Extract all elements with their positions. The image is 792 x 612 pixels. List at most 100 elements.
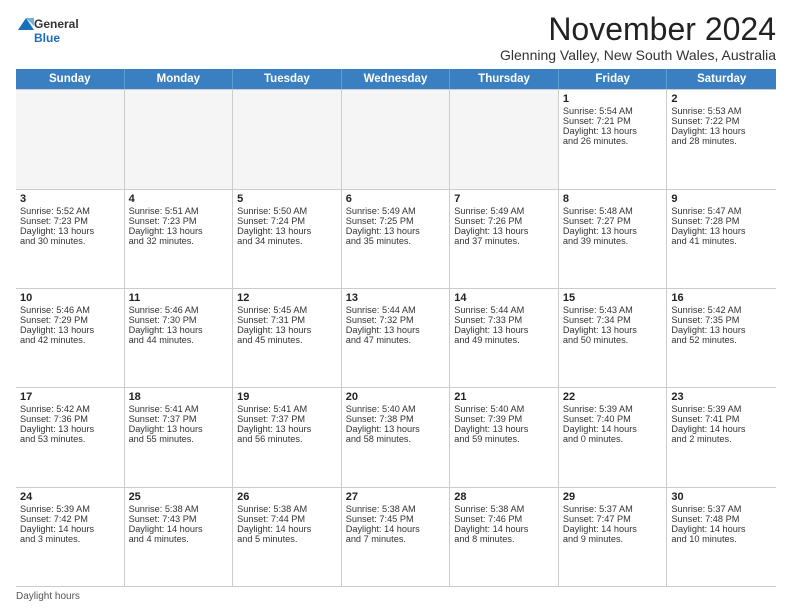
day-info: and 53 minutes. (20, 434, 120, 444)
day-info: Sunrise: 5:53 AM (671, 106, 772, 116)
title-block: November 2024 Glenning Valley, New South… (500, 12, 776, 63)
day-info: Daylight: 14 hours (454, 524, 554, 534)
day-info: Daylight: 13 hours (20, 325, 120, 335)
calendar-cell: 23Sunrise: 5:39 AMSunset: 7:41 PMDayligh… (667, 388, 776, 486)
calendar-cell: 12Sunrise: 5:45 AMSunset: 7:31 PMDayligh… (233, 289, 342, 387)
day-info: Sunset: 7:39 PM (454, 414, 554, 424)
day-info: and 56 minutes. (237, 434, 337, 444)
day-info: Sunset: 7:47 PM (563, 514, 663, 524)
day-number: 18 (129, 391, 229, 403)
day-number: 7 (454, 193, 554, 205)
calendar-body: 1Sunrise: 5:54 AMSunset: 7:21 PMDaylight… (16, 89, 776, 587)
day-info: Sunset: 7:27 PM (563, 216, 663, 226)
calendar-header-cell: Saturday (667, 69, 776, 89)
calendar-row: 3Sunrise: 5:52 AMSunset: 7:23 PMDaylight… (16, 190, 776, 289)
day-number: 20 (346, 391, 446, 403)
day-info: Daylight: 14 hours (20, 524, 120, 534)
day-info: and 47 minutes. (346, 335, 446, 345)
day-info: Sunset: 7:42 PM (20, 514, 120, 524)
day-info: Sunset: 7:46 PM (454, 514, 554, 524)
day-info: Sunset: 7:33 PM (454, 315, 554, 325)
day-info: Sunset: 7:25 PM (346, 216, 446, 226)
day-info: Sunrise: 5:54 AM (563, 106, 663, 116)
calendar-cell: 20Sunrise: 5:40 AMSunset: 7:38 PMDayligh… (342, 388, 451, 486)
day-info: Daylight: 14 hours (563, 424, 663, 434)
day-number: 4 (129, 193, 229, 205)
calendar-cell (125, 90, 234, 188)
day-number: 16 (671, 292, 772, 304)
day-info: Daylight: 14 hours (237, 524, 337, 534)
day-info: Sunrise: 5:41 AM (129, 404, 229, 414)
day-info: Daylight: 13 hours (237, 424, 337, 434)
day-info: and 7 minutes. (346, 534, 446, 544)
day-number: 6 (346, 193, 446, 205)
day-info: Daylight: 13 hours (563, 226, 663, 236)
day-info: and 55 minutes. (129, 434, 229, 444)
day-info: Daylight: 13 hours (671, 226, 772, 236)
day-info: Sunrise: 5:45 AM (237, 305, 337, 315)
day-number: 21 (454, 391, 554, 403)
day-info: and 42 minutes. (20, 335, 120, 345)
calendar-header-cell: Sunday (16, 69, 125, 89)
day-info: Daylight: 13 hours (671, 325, 772, 335)
calendar-cell: 15Sunrise: 5:43 AMSunset: 7:34 PMDayligh… (559, 289, 668, 387)
day-info: and 44 minutes. (129, 335, 229, 345)
calendar-row: 1Sunrise: 5:54 AMSunset: 7:21 PMDaylight… (16, 89, 776, 189)
day-info: Sunset: 7:37 PM (129, 414, 229, 424)
calendar-cell: 10Sunrise: 5:46 AMSunset: 7:29 PMDayligh… (16, 289, 125, 387)
calendar-row: 10Sunrise: 5:46 AMSunset: 7:29 PMDayligh… (16, 289, 776, 388)
day-info: Daylight: 13 hours (454, 325, 554, 335)
day-info: Daylight: 14 hours (563, 524, 663, 534)
day-info: and 41 minutes. (671, 236, 772, 246)
calendar-header-cell: Thursday (450, 69, 559, 89)
day-info: Daylight: 13 hours (563, 126, 663, 136)
day-info: Daylight: 13 hours (346, 424, 446, 434)
day-info: Daylight: 14 hours (671, 524, 772, 534)
page: General Blue November 2024 Glenning Vall… (0, 0, 792, 612)
day-number: 10 (20, 292, 120, 304)
day-info: and 0 minutes. (563, 434, 663, 444)
day-info: and 5 minutes. (237, 534, 337, 544)
day-info: Daylight: 13 hours (129, 226, 229, 236)
day-info: Daylight: 14 hours (346, 524, 446, 534)
day-info: and 49 minutes. (454, 335, 554, 345)
day-info: Daylight: 14 hours (671, 424, 772, 434)
day-info: Sunset: 7:28 PM (671, 216, 772, 226)
calendar-header-cell: Tuesday (233, 69, 342, 89)
day-info: Daylight: 13 hours (454, 424, 554, 434)
day-info: and 45 minutes. (237, 335, 337, 345)
calendar-row: 24Sunrise: 5:39 AMSunset: 7:42 PMDayligh… (16, 488, 776, 587)
calendar-cell: 28Sunrise: 5:38 AMSunset: 7:46 PMDayligh… (450, 488, 559, 586)
calendar-cell: 7Sunrise: 5:49 AMSunset: 7:26 PMDaylight… (450, 190, 559, 288)
day-info: Sunrise: 5:42 AM (20, 404, 120, 414)
day-info: Sunrise: 5:37 AM (671, 504, 772, 514)
day-info: Daylight: 13 hours (346, 226, 446, 236)
calendar-cell: 1Sunrise: 5:54 AMSunset: 7:21 PMDaylight… (559, 90, 668, 188)
calendar-cell: 13Sunrise: 5:44 AMSunset: 7:32 PMDayligh… (342, 289, 451, 387)
calendar-cell (16, 90, 125, 188)
day-info: Daylight: 13 hours (20, 424, 120, 434)
day-info: Sunset: 7:24 PM (237, 216, 337, 226)
day-info: Daylight: 13 hours (563, 325, 663, 335)
day-info: and 52 minutes. (671, 335, 772, 345)
day-number: 17 (20, 391, 120, 403)
day-info: Sunrise: 5:49 AM (454, 206, 554, 216)
day-info: Daylight: 13 hours (20, 226, 120, 236)
calendar-cell: 21Sunrise: 5:40 AMSunset: 7:39 PMDayligh… (450, 388, 559, 486)
day-info: Daylight: 13 hours (671, 126, 772, 136)
day-info: Sunset: 7:48 PM (671, 514, 772, 524)
day-info: Sunrise: 5:38 AM (237, 504, 337, 514)
day-info: Sunrise: 5:44 AM (454, 305, 554, 315)
day-info: Daylight: 13 hours (129, 325, 229, 335)
month-year-title: November 2024 (500, 12, 776, 47)
calendar-header-cell: Monday (125, 69, 234, 89)
day-info: Sunrise: 5:42 AM (671, 305, 772, 315)
day-info: Sunset: 7:44 PM (237, 514, 337, 524)
logo-svg: General Blue (16, 12, 86, 50)
day-info: Sunrise: 5:46 AM (129, 305, 229, 315)
day-info: Sunrise: 5:49 AM (346, 206, 446, 216)
day-number: 8 (563, 193, 663, 205)
day-info: Sunset: 7:21 PM (563, 116, 663, 126)
calendar-cell: 27Sunrise: 5:38 AMSunset: 7:45 PMDayligh… (342, 488, 451, 586)
day-info: Daylight: 13 hours (454, 226, 554, 236)
